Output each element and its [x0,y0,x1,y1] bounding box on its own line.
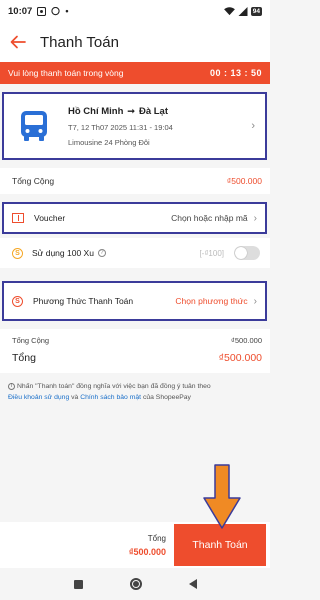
trip-card[interactable]: Hồ Chí Minh ➞ Đà Lạt T7, 12 Th07 2025 11… [2,92,267,160]
gallery-icon [37,6,47,16]
terms-of-use-link[interactable]: Điều khoản sử dụng [8,394,69,401]
status-time: 10:07 [8,5,33,17]
bottom-total-value: ₫500.000 [128,546,166,557]
trip-datetime: T7, 12 Th07 2025 11:31 - 19:04 [68,122,173,132]
total-label: Tổng Cộng [12,176,55,186]
system-nav-bar [0,568,270,600]
summary-subtotal-label: Tổng Cộng [12,335,50,345]
payment-summary: Tổng Cộng ₫500.000 Tổng ₫500.000 [0,329,270,373]
coin-toggle[interactable] [234,246,260,260]
summary-total-label: Tổng [12,352,36,364]
privacy-policy-link[interactable]: Chính sách bảo mật [80,394,141,401]
voucher-label: Voucher [34,213,66,223]
annotation-arrow-icon [203,464,241,529]
note-and: và [71,394,79,401]
status-bar: 10:07 • 94 [0,0,270,22]
help-icon[interactable]: ? [97,249,106,257]
total-row: Tổng Cộng ₫500.000 [0,168,270,194]
note-prefix: Nhấn "Thanh toán" đồng nghĩa với việc bạ… [17,383,211,390]
banner-message: Vui lòng thanh toán trong vòng [8,68,124,78]
trip-route: Hồ Chí Minh ➞ Đà Lạt [68,106,173,117]
voucher-icon [12,213,24,223]
home-button[interactable] [129,578,142,590]
destination-city: Đà Lạt [138,105,168,117]
payment-method-row[interactable]: S Phương Thức Thanh Toán Chọn phương thứ… [2,281,267,321]
pay-button[interactable]: Thanh Toán [174,524,266,566]
vehicle-type: Limousine 24 Phòng Đôi [68,137,150,147]
voucher-row[interactable]: Voucher Chọn hoặc nhập mã › [2,202,267,234]
wifi-icon [223,6,235,15]
messenger-icon [51,6,60,15]
chevron-right-icon: › [253,295,257,307]
recent-apps-button[interactable] [73,579,83,589]
choose-payment-method-link[interactable]: Chọn phương thức [175,296,247,306]
battery-icon: 94 [250,6,262,16]
page-title: Thanh Toán [40,33,119,51]
chevron-right-icon: › [253,212,257,224]
payment-timer-banner: Vui lòng thanh toán trong vòng 00 : 13 :… [0,62,270,84]
toggle-knob [235,247,247,259]
back-arrow-icon [10,35,26,49]
shopee-coin-row: S Sử dụng 100 Xu ? [-₫100] [0,238,270,268]
route-arrow-icon: ➞ [127,105,135,116]
header: Thanh Toán [0,22,270,62]
coin-icon: S [12,247,23,259]
coin-discount-value: [-₫100] [199,248,224,258]
system-back-button[interactable] [188,579,197,589]
countdown-timer: 00 : 13 : 50 [209,68,262,78]
payment-method-icon: S [12,295,23,307]
total-value: ₫500.000 [226,176,262,186]
terms-note: i Nhấn "Thanh toán" đồng nghĩa với việc b… [8,381,264,403]
signal-icon [238,6,248,16]
bottom-total: Tổng ₫500.000 [129,534,166,557]
summary-total-value: ₫500.000 [218,352,262,364]
more-dot-icon: • [65,6,69,16]
payment-method-label: Phương Thức Thanh Toán [33,295,134,306]
voucher-select-link[interactable]: Chọn hoặc nhập mã [171,213,248,223]
bus-icon [21,111,47,141]
bottom-total-label: Tổng [147,533,166,543]
back-button[interactable] [8,32,28,52]
info-icon: i [8,382,15,390]
note-suffix: của ShopeePay [142,394,191,401]
origin-city: Hồ Chí Minh [68,105,124,117]
chevron-right-icon: › [251,120,255,132]
coin-label: Sử dụng 100 Xu [32,248,94,258]
summary-subtotal-value: ₫500.000 [231,335,262,345]
